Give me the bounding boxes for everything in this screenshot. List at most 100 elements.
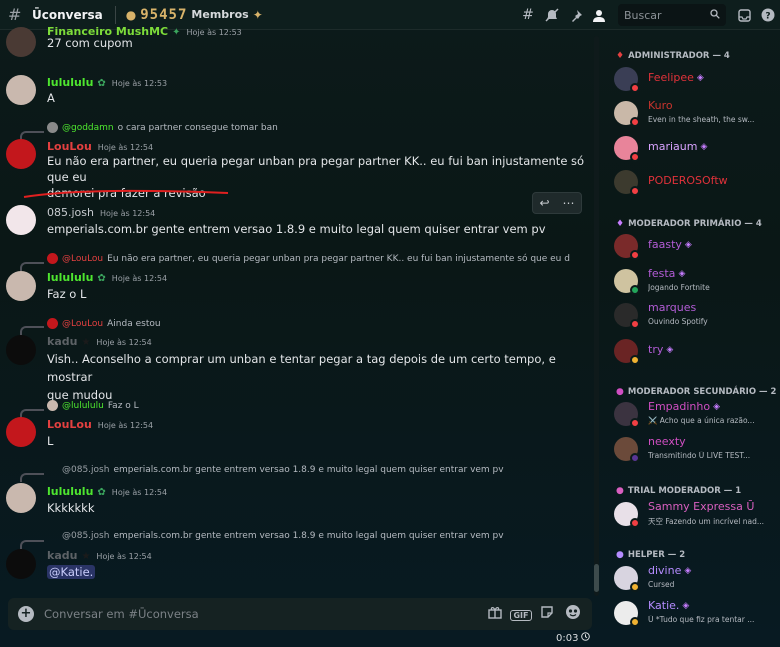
member-label: Membros xyxy=(191,8,249,21)
avatar[interactable] xyxy=(6,335,36,365)
scrollbar[interactable] xyxy=(594,36,599,596)
reply-preview[interactable]: @085.josh emperials.com.br gente entrem … xyxy=(62,465,504,475)
role-label: TRIAL MODERADOR — 1 xyxy=(627,486,742,496)
member-item[interactable]: mariaum ◈ xyxy=(614,132,774,164)
star-icon: ★ xyxy=(81,551,91,562)
add-attachment-icon[interactable]: + xyxy=(18,606,34,622)
help-icon[interactable]: ? xyxy=(756,0,780,30)
member-list-icon[interactable] xyxy=(588,0,612,30)
status-indicator xyxy=(630,355,640,365)
author-name[interactable]: lulululu xyxy=(47,485,93,498)
avatar[interactable] xyxy=(6,483,36,513)
reply-preview[interactable]: @085.josh emperials.com.br gente entrem … xyxy=(62,531,504,541)
avatar[interactable] xyxy=(6,139,36,169)
message[interactable]: @LouLou Eu não era partner, eu queria pe… xyxy=(0,253,590,307)
message[interactable]: @085.josh emperials.com.br gente entrem … xyxy=(0,529,590,585)
author-name[interactable]: LouLou xyxy=(47,418,92,431)
message-composer[interactable]: + Conversar em #Ūconversa GIF xyxy=(8,598,592,630)
member-item[interactable]: festa ◈ Jogando Fortnite xyxy=(614,265,774,297)
member-item[interactable]: Katie. ◈ Ū *Tudo que fiz pra tentar ... xyxy=(614,597,774,629)
avatar[interactable] xyxy=(6,417,36,447)
member-count: 95457 xyxy=(140,6,188,23)
reply-author[interactable]: @lulululu xyxy=(62,401,104,411)
timestamp: Hoje às 12:53 xyxy=(186,28,242,37)
reply-preview[interactable]: @goddamn o cara partner consegue tomar b… xyxy=(47,122,278,133)
status-indicator xyxy=(630,186,640,196)
member-item[interactable]: Kuro Even in the sheath, the sw... xyxy=(614,97,774,129)
message[interactable]: @085.josh emperials.com.br gente entrem … xyxy=(0,463,590,519)
avatar[interactable] xyxy=(6,549,36,579)
gif-icon[interactable]: GIF xyxy=(508,607,534,622)
message[interactable]: 085.josh Hoje às 12:54 emperials.com.br … xyxy=(0,203,590,243)
author-name[interactable]: kadu xyxy=(47,549,77,562)
member-item[interactable]: neexty Transmitindo Ū LIVE TEST... xyxy=(614,433,774,465)
reply-connector xyxy=(20,473,44,482)
member-item[interactable]: marques Ouvindo Spotify xyxy=(614,299,774,331)
message[interactable]: @goddamn o cara partner consegue tomar b… xyxy=(0,121,590,200)
role-label: HELPER — 2 xyxy=(627,550,686,560)
reply-author[interactable]: @goddamn xyxy=(62,123,114,133)
emoji-picker-icon[interactable] xyxy=(560,604,586,624)
reply-author[interactable]: @LouLou xyxy=(62,319,103,329)
member-name-text: Empadinho xyxy=(648,400,711,413)
status-indicator xyxy=(630,152,640,162)
reply-author[interactable]: @085.josh xyxy=(62,531,109,541)
gift-icon[interactable] xyxy=(482,605,508,623)
member-name: festa ◈ xyxy=(648,267,685,280)
member-item[interactable]: divine ◈ Cursed xyxy=(614,562,774,594)
search-placeholder: Buscar xyxy=(624,8,662,22)
member-name: try ◈ xyxy=(648,343,673,356)
message-list[interactable]: Financeiro MushMC ✦ Hoje às 12:53 27 com… xyxy=(0,25,600,647)
message[interactable]: @lulululu Faz o L LouLou Hoje às 12:54 L xyxy=(0,399,590,453)
role-label: MODERADOR PRIMÁRIO — 4 xyxy=(628,219,762,229)
member-item[interactable]: try ◈ xyxy=(614,335,774,367)
avatar[interactable] xyxy=(6,271,36,301)
timestamp: Hoje às 12:54 xyxy=(111,274,168,283)
author-name[interactable]: lulululu xyxy=(47,271,93,284)
member-name: mariaum ◈ xyxy=(648,140,707,153)
reply-author[interactable]: @085.josh xyxy=(62,465,109,475)
member-item[interactable]: Empadinho ◈ ⚔️ Acho que a única razão... xyxy=(614,398,774,430)
avatar[interactable] xyxy=(6,205,36,235)
avatar[interactable] xyxy=(6,75,36,105)
member-item[interactable]: faasty ◈ xyxy=(614,230,774,262)
message-input[interactable]: Conversar em #Ūconversa xyxy=(44,607,482,621)
reply-text: emperials.com.br gente entrem versao 1.8… xyxy=(113,465,504,475)
divider xyxy=(114,5,116,24)
status-indicator xyxy=(630,418,640,428)
reply-preview[interactable]: @LouLou Ainda estou xyxy=(47,318,161,329)
author-name[interactable]: kadu xyxy=(47,335,77,348)
user-mention[interactable]: @Katie. xyxy=(47,565,96,579)
reply-text: Faz o L xyxy=(107,400,139,411)
leaf-icon: ✿ xyxy=(97,487,106,498)
author-name[interactable]: 085.josh xyxy=(47,206,94,219)
member-status: Ouvindo Spotify xyxy=(648,317,708,326)
member-item[interactable]: PODEROSOftw xyxy=(614,166,774,198)
reply-text: Eu não era partner, eu queria pegar unba… xyxy=(107,253,570,264)
member-name: PODEROSOftw xyxy=(648,174,728,187)
message[interactable]: @LouLou Ainda estou kadu ★ Hoje às 12:54… xyxy=(0,317,590,402)
reply-author[interactable]: @LouLou xyxy=(62,254,103,264)
message[interactable]: lulululu ✿ Hoje às 12:53 A xyxy=(0,73,590,109)
reply-preview[interactable]: @LouLou Eu não era partner, eu queria pe… xyxy=(47,253,570,264)
member-name-text: try xyxy=(648,343,664,356)
channel-topic: ● 95457 Membros ✦ xyxy=(126,7,263,23)
scrollbar-thumb[interactable] xyxy=(594,564,599,592)
reply-preview[interactable]: @lulululu Faz o L xyxy=(47,400,139,411)
reply-text: Ainda estou xyxy=(107,318,161,329)
status-indicator xyxy=(630,250,640,260)
role-label: ADMINISTRADOR — 4 xyxy=(628,51,730,61)
inbox-icon[interactable] xyxy=(732,0,756,30)
member-list[interactable]: ♦ ADMINISTRADOR — 4 Feelipee ◈ Kuro Even i… xyxy=(604,31,780,647)
avatar[interactable] xyxy=(6,27,36,57)
search-input[interactable]: Buscar xyxy=(618,4,726,26)
sticker-icon[interactable] xyxy=(534,605,560,623)
member-item[interactable]: Feelipee ◈ xyxy=(614,63,774,95)
member-name-text: Kuro xyxy=(648,99,673,112)
author-name[interactable]: LouLou xyxy=(47,140,92,153)
member-item[interactable]: Sammy Expressa Ū 天空 Fazendo um incrível … xyxy=(614,498,774,530)
message-text: @Katie. xyxy=(47,562,96,582)
member-status: Even in the sheath, the sw... xyxy=(648,115,755,124)
role-icon: ● xyxy=(616,550,624,560)
message[interactable]: Financeiro MushMC ✦ Hoje às 12:53 27 com… xyxy=(0,25,590,59)
